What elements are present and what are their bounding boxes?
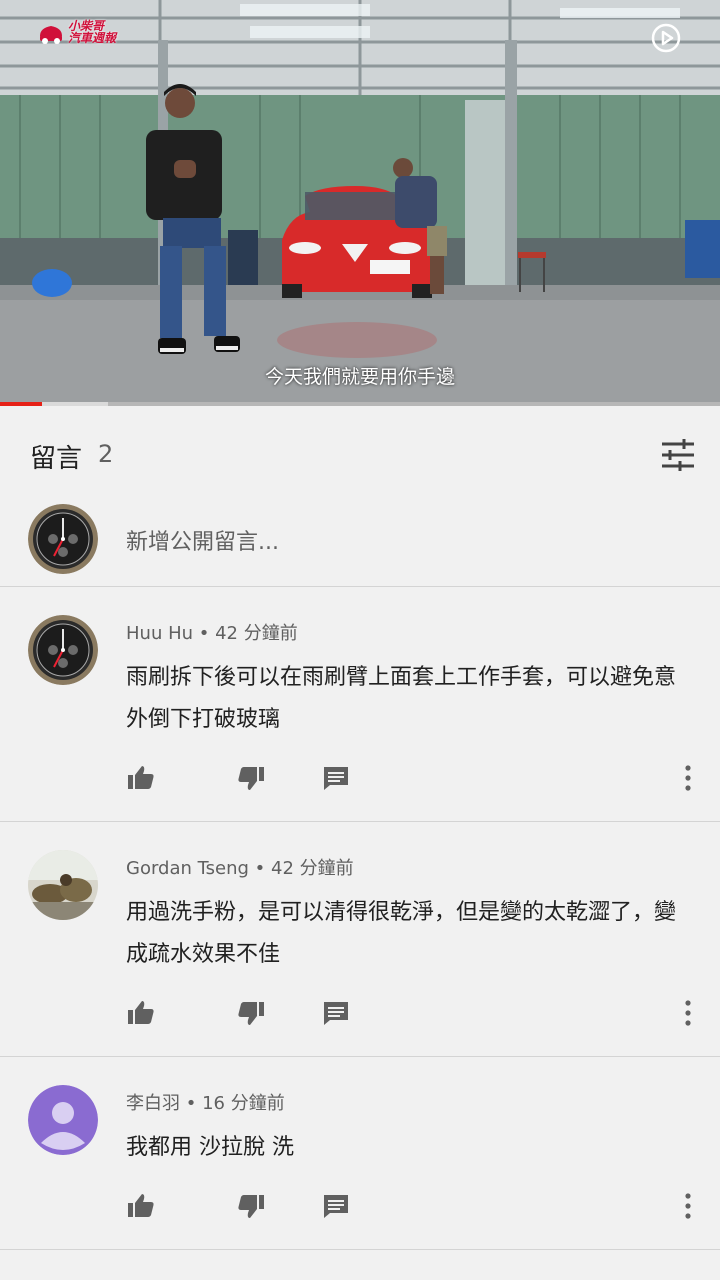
comment-meta: Gordan Tseng • 42 分鐘前 (126, 854, 354, 880)
thumbs-down-icon[interactable] (236, 763, 266, 793)
thumbs-up-icon[interactable] (126, 1191, 156, 1221)
reply-icon[interactable] (321, 1191, 351, 1221)
brand-line2: 汽車週報 (68, 31, 117, 45)
meta-separator: • (198, 623, 216, 644)
more-options-icon[interactable] (676, 998, 700, 1028)
replay-icon[interactable] (650, 22, 682, 54)
comment-text: 用過洗手粉，是可以清得很乾淨，但是變的太乾澀了，變成疏水效果不佳 (126, 900, 677, 967)
meta-separator: • (254, 858, 272, 879)
photo-avatar[interactable] (28, 850, 98, 920)
comment-meta: 李白羽 • 16 分鐘前 (126, 1089, 285, 1115)
comment-meta: Huu Hu • 42 分鐘前 (126, 619, 298, 645)
video-subtitle: 今天我們就要用你手邊 (264, 366, 455, 388)
comment-time: 42 分鐘前 (215, 623, 298, 644)
channel-logo: 小柴哥 汽車週報 (38, 20, 116, 44)
add-comment-input[interactable]: 新增公開留言... (126, 524, 279, 556)
video-player[interactable]: 小柴哥 汽車週報 今天我們就要用你手邊 (0, 0, 720, 402)
comments-title: 留言 (30, 444, 83, 474)
comment-time: 16 分鐘前 (202, 1093, 285, 1114)
car-logo-icon (40, 26, 62, 44)
meta-separator: • (185, 1093, 203, 1114)
add-comment-row[interactable]: 新增公開留言... (0, 496, 720, 587)
more-options-icon[interactable] (676, 1191, 700, 1221)
comment-actions (126, 763, 706, 793)
comment-author[interactable]: Gordan Tseng (126, 858, 249, 879)
comment-item: Gordan Tseng • 42 分鐘前 用過洗手粉，是可以清得很乾淨，但是變… (0, 822, 720, 1057)
comment-item: Huu Hu • 42 分鐘前 雨刷拆下後可以在雨刷臂上面套上工作手套，可以避免… (0, 587, 720, 822)
comments-count: 2 (98, 440, 114, 468)
thumbs-down-icon[interactable] (236, 998, 266, 1028)
comment-author[interactable]: 李白羽 (126, 1093, 180, 1114)
thumbs-down-icon[interactable] (236, 1191, 266, 1221)
reply-icon[interactable] (321, 998, 351, 1028)
reply-icon[interactable] (321, 763, 351, 793)
default-user-avatar[interactable] (28, 1085, 98, 1155)
comment-item: 李白羽 • 16 分鐘前 我都用 沙拉脫 洗 (0, 1057, 720, 1250)
comment-text: 我都用 沙拉脫 洗 (126, 1135, 294, 1160)
watch-avatar[interactable] (28, 615, 98, 685)
thumbs-up-icon[interactable] (126, 998, 156, 1028)
watch-avatar (28, 504, 98, 574)
sort-filter-icon[interactable] (660, 438, 696, 472)
thumbs-up-icon[interactable] (126, 763, 156, 793)
comment-actions (126, 998, 706, 1028)
comment-time: 42 分鐘前 (271, 858, 354, 879)
comments-header: 留言 2 (0, 406, 720, 496)
more-options-icon[interactable] (676, 763, 700, 793)
comment-author[interactable]: Huu Hu (126, 623, 193, 644)
comment-text: 雨刷拆下後可以在雨刷臂上面套上工作手套，可以避免意外倒下打破玻璃 (126, 665, 677, 732)
comment-actions (126, 1191, 706, 1221)
video-frame (0, 0, 720, 402)
